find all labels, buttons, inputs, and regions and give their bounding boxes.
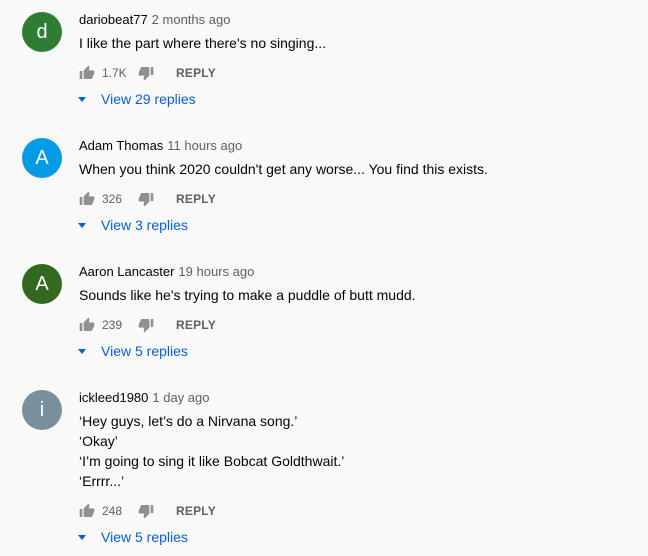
like-count: 239 [102, 318, 123, 332]
like-count: 248 [102, 504, 123, 518]
reply-button[interactable]: REPLY [176, 192, 216, 206]
reply-button[interactable]: REPLY [176, 318, 216, 332]
author-name[interactable]: Aaron Lancaster [79, 264, 174, 279]
comment-header: ickleed1980 1 day ago [79, 389, 210, 407]
comment-text: I like the part where there's no singing… [79, 33, 326, 53]
caret-down-icon [78, 348, 86, 354]
comment-actions: 326 REPLY [79, 189, 216, 209]
comment-text-line: Sounds like he's trying to make a puddle… [79, 287, 416, 303]
comment-actions: 1.7K REPLY [79, 63, 216, 83]
comment-timestamp[interactable]: 19 hours ago [178, 264, 254, 279]
avatar[interactable]: i [22, 390, 62, 430]
avatar[interactable]: A [22, 264, 62, 304]
comment-text-line: ‘I’m going to sing it like Bobcat Goldth… [79, 453, 345, 469]
like-count: 326 [102, 192, 123, 206]
comment-text-line: ‘Errrr...’ [79, 473, 125, 489]
caret-down-icon [78, 534, 86, 540]
view-replies-label: View 5 replies [101, 529, 188, 545]
thumb-down-icon[interactable] [138, 65, 154, 81]
comment-text: Sounds like he's trying to make a puddle… [79, 285, 416, 305]
comment-text-line: I like the part where there's no singing… [79, 35, 327, 51]
view-replies-label: View 5 replies [101, 343, 188, 359]
avatar[interactable]: d [22, 12, 62, 52]
view-replies-button[interactable]: View 5 replies [77, 343, 188, 359]
thumb-down-icon[interactable] [138, 317, 154, 333]
reply-button[interactable]: REPLY [176, 66, 216, 80]
comment-timestamp[interactable]: 2 months ago [152, 12, 231, 27]
view-replies-button[interactable]: View 5 replies [77, 529, 188, 545]
comment-timestamp[interactable]: 1 day ago [152, 390, 209, 405]
caret-down-icon [78, 222, 86, 228]
comment-text: ‘Hey guys, let’s do a Nirvana song.’ ‘Oka… [79, 411, 344, 491]
comment-header: dariobeat77 2 months ago [79, 11, 230, 29]
comment-header: Aaron Lancaster 19 hours ago [79, 263, 254, 281]
reply-button[interactable]: REPLY [176, 504, 216, 518]
like-count: 1.7K [102, 66, 127, 80]
thumb-up-icon[interactable] [79, 317, 95, 333]
thumb-up-icon[interactable] [79, 503, 95, 519]
caret-down-icon [78, 96, 86, 102]
thumb-up-icon[interactable] [79, 65, 95, 81]
author-name[interactable]: ickleed1980 [79, 390, 148, 405]
comment-header: Adam Thomas 11 hours ago [79, 137, 242, 155]
thumb-down-icon[interactable] [138, 503, 154, 519]
author-name[interactable]: Adam Thomas [79, 138, 163, 153]
comment-actions: 248 REPLY [79, 501, 216, 521]
comment-text-line: When you think 2020 couldn't get any wor… [79, 161, 488, 177]
author-name[interactable]: dariobeat77 [79, 12, 148, 27]
comment-timestamp[interactable]: 11 hours ago [167, 138, 242, 153]
comment-text-line: ‘Hey guys, let’s do a Nirvana song.’ [79, 413, 298, 429]
avatar[interactable]: A [22, 138, 62, 178]
comment-text-line: ‘Okay’ [79, 433, 118, 449]
view-replies-button[interactable]: View 3 replies [77, 217, 188, 233]
thumb-down-icon[interactable] [138, 191, 154, 207]
view-replies-button[interactable]: View 29 replies [77, 91, 196, 107]
view-replies-label: View 3 replies [101, 217, 188, 233]
comment-text: When you think 2020 couldn't get any wor… [79, 159, 488, 179]
view-replies-label: View 29 replies [101, 91, 196, 107]
thumb-up-icon[interactable] [79, 191, 95, 207]
comment-actions: 239 REPLY [79, 315, 216, 335]
